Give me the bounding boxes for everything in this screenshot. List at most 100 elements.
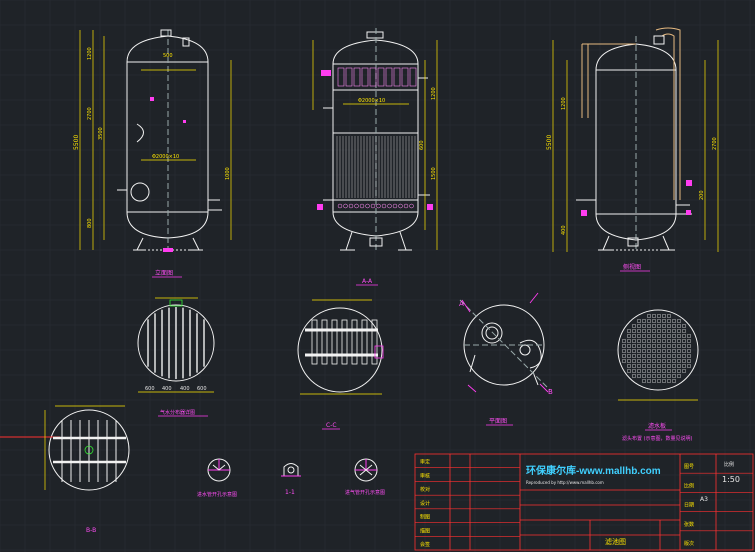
water-inlet-title: 进水管开孔示意图 <box>197 491 237 498</box>
filter-nozzle <box>682 339 686 343</box>
gravel-dot <box>398 203 403 209</box>
distributor-dim-1: 600 <box>145 386 155 392</box>
filter-nozzle <box>667 339 671 343</box>
filter-nozzle <box>642 339 646 343</box>
front-dim-2700: 2700 <box>87 107 93 120</box>
filter-nozzle <box>627 364 631 368</box>
front-diameter: Φ2000×10 <box>152 154 179 160</box>
filter-nozzle <box>682 369 686 373</box>
filter-nozzle <box>687 334 691 338</box>
sheet-code: A3 <box>700 496 708 503</box>
title-row-label: 校对 <box>420 486 430 493</box>
filter-nozzle <box>677 339 681 343</box>
filter-nozzle <box>687 344 691 348</box>
filter-nozzle <box>657 369 661 373</box>
filter-nozzle <box>667 314 671 318</box>
gravel-dot <box>370 203 376 209</box>
filter-nozzle <box>632 344 636 348</box>
filter-nozzle <box>652 329 656 333</box>
filter-title: 滤水板 <box>648 422 666 430</box>
section-aa-diameter: Φ2000×10 <box>358 98 385 104</box>
filter-nozzle <box>667 319 671 323</box>
filter-nozzle <box>632 354 636 358</box>
plan-label-b: B <box>548 388 553 396</box>
filter-nozzle <box>652 314 656 318</box>
filter-nozzle <box>652 354 656 358</box>
side-dim-200: 200 <box>699 190 705 200</box>
distributor-bars <box>147 299 205 379</box>
gravel-dot <box>365 203 370 209</box>
filter-nozzle-grid <box>622 314 691 383</box>
filter-nozzle <box>667 344 671 348</box>
nozzle-block <box>393 67 401 87</box>
filter-nozzle <box>632 359 636 363</box>
nozzle-block <box>401 67 409 87</box>
filter-nozzle <box>662 369 666 373</box>
filter-nozzle <box>642 364 646 368</box>
title-row-label: 会签 <box>420 541 430 548</box>
filter-nozzle <box>682 354 686 358</box>
gravel-dot <box>392 203 398 209</box>
front-elevation-view <box>117 29 222 251</box>
gravel-dot <box>337 203 343 209</box>
filter-nozzle <box>642 329 646 333</box>
filter-nozzle <box>677 319 681 323</box>
filter-nozzle <box>627 354 631 358</box>
drawing-name: 滤池图 <box>605 537 626 546</box>
section-11-detail <box>281 463 301 477</box>
filter-nozzle <box>677 359 681 363</box>
filter-nozzle <box>667 364 671 368</box>
front-view-title: 立面图 <box>155 269 173 277</box>
distributor-dim-3: 400 <box>180 386 190 392</box>
filter-nozzle <box>662 364 666 368</box>
section-bb-title: B-B <box>86 527 96 534</box>
filter-nozzle <box>637 369 641 373</box>
section-aa-dim-600: 600 <box>419 140 425 150</box>
filter-nozzle <box>637 319 641 323</box>
title-row-label: 描图 <box>420 527 430 534</box>
filter-nozzle <box>637 344 641 348</box>
filter-nozzle <box>657 329 661 333</box>
filter-nozzle <box>627 369 631 373</box>
filter-nozzle <box>652 339 656 343</box>
filter-nozzle <box>632 364 636 368</box>
filter-nozzle <box>682 364 686 368</box>
nozzle-block <box>345 67 353 87</box>
filter-nozzle <box>662 314 666 318</box>
water-inlet-detail <box>207 458 231 482</box>
filter-nozzle <box>677 344 681 348</box>
filter-nozzle <box>667 354 671 358</box>
plan-title: 平面图 <box>489 418 507 425</box>
air-inlet-detail <box>354 458 378 482</box>
gravel-dot <box>343 203 348 209</box>
filter-nozzle <box>677 334 681 338</box>
front-dim-3500: 3500 <box>98 127 104 140</box>
title-right-label: 张数 <box>684 521 694 528</box>
nozzle-block <box>377 67 385 87</box>
air-inlet-title: 进气管开孔示意图 <box>345 489 385 496</box>
section-aa-dim-1200: 1200 <box>431 87 437 100</box>
front-dim-800: 800 <box>87 218 93 228</box>
plan-view <box>459 299 551 391</box>
filter-nozzle <box>657 354 661 358</box>
company-name: 环保康尔库-www.mallhb.com <box>526 464 661 477</box>
filter-nozzle <box>652 379 656 383</box>
filter-nozzle <box>667 334 671 338</box>
side-dim-400: 400 <box>561 225 567 235</box>
filter-nozzle <box>662 334 666 338</box>
filter-nozzle <box>682 359 686 363</box>
nozzle-block <box>361 67 369 87</box>
filter-nozzle <box>642 369 646 373</box>
gravel-dot <box>409 203 414 209</box>
gravel-dot <box>376 203 381 209</box>
front-dim-1200: 1200 <box>87 47 93 60</box>
filter-nozzle <box>642 359 646 363</box>
scale-label: 比例 <box>724 461 734 468</box>
filter-nozzle <box>687 364 691 368</box>
gravel-dot <box>354 203 359 209</box>
filter-nozzle <box>662 344 666 348</box>
side-height-dim: 5500 <box>546 135 553 150</box>
filter-nozzle <box>637 329 641 333</box>
filter-nozzle <box>652 319 656 323</box>
filter-nozzle <box>677 354 681 358</box>
